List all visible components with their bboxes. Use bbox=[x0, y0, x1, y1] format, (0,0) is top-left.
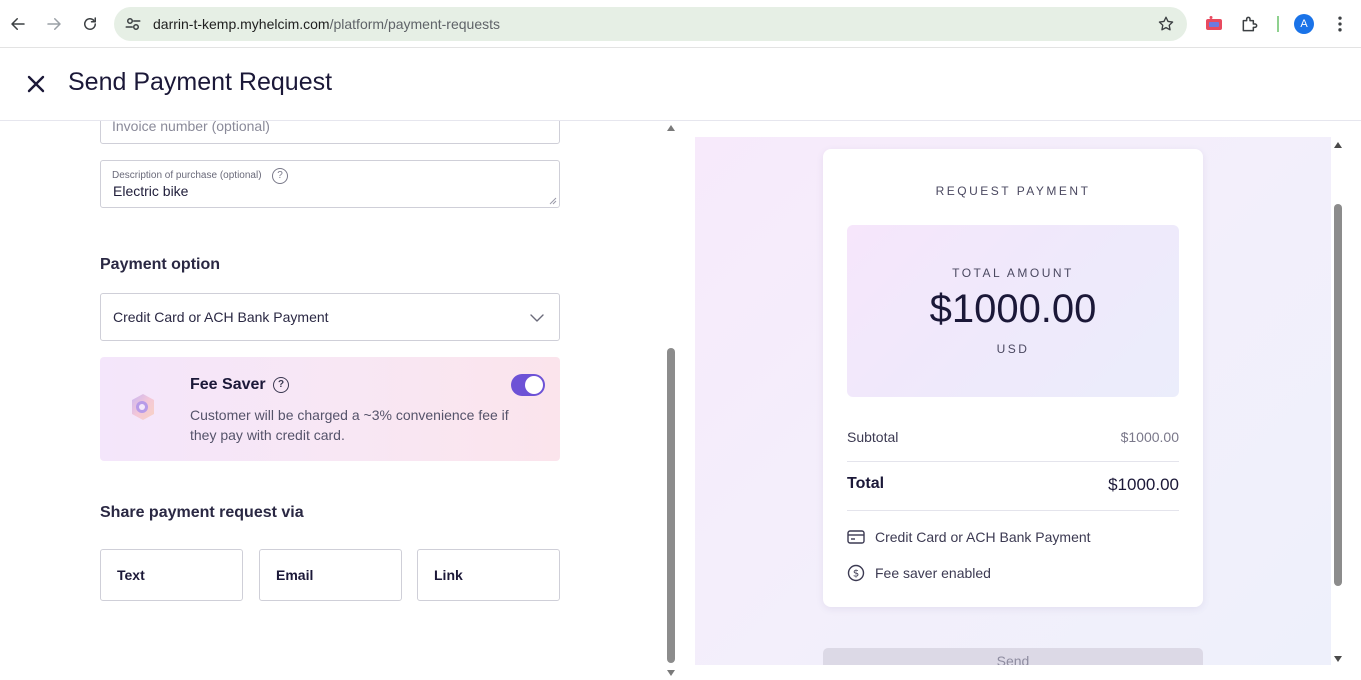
url-text: darrin-t-kemp.myhelcim.com/platform/paym… bbox=[153, 16, 500, 32]
total-value: $1000.00 bbox=[1108, 475, 1179, 494]
reload-button[interactable] bbox=[78, 12, 102, 36]
app-header: Send Payment Request bbox=[0, 48, 1361, 121]
send-button-label: Send bbox=[996, 653, 1030, 665]
chevron-down-icon bbox=[530, 314, 544, 322]
fee-saver-help-icon[interactable]: ? bbox=[273, 377, 289, 393]
share-email-label: Email bbox=[276, 567, 314, 583]
description-field[interactable]: Description of purchase (optional) ? Ele… bbox=[100, 160, 560, 208]
address-bar[interactable]: darrin-t-kemp.myhelcim.com/platform/paym… bbox=[114, 7, 1187, 41]
extensions-menu-button[interactable] bbox=[1238, 12, 1262, 36]
credit-card-icon bbox=[847, 530, 865, 544]
divider bbox=[847, 461, 1179, 462]
description-help-icon[interactable]: ? bbox=[272, 168, 288, 184]
toolbar-divider bbox=[1277, 16, 1279, 32]
extension-button[interactable] bbox=[1202, 12, 1226, 36]
receipt-card: REQUEST PAYMENT TOTAL AMOUNT $1000.00 US… bbox=[823, 149, 1203, 607]
description-value: Electric bike bbox=[113, 183, 189, 199]
bookmark-star-icon[interactable] bbox=[1157, 15, 1175, 33]
browser-menu-button[interactable] bbox=[1328, 12, 1352, 36]
divider bbox=[847, 510, 1179, 511]
url-host: darrin-t-kemp.myhelcim.com bbox=[153, 16, 330, 32]
back-button[interactable] bbox=[6, 12, 30, 36]
page-title: Send Payment Request bbox=[68, 68, 333, 96]
svg-text:$: $ bbox=[853, 569, 859, 580]
share-title: Share payment request via bbox=[100, 504, 304, 521]
total-label: Total bbox=[847, 475, 885, 492]
browser-toolbar: darrin-t-kemp.myhelcim.com/platform/paym… bbox=[0, 0, 1361, 48]
share-text-label: Text bbox=[117, 567, 145, 583]
profile-avatar[interactable]: A bbox=[1294, 14, 1314, 34]
share-text-button[interactable]: Text bbox=[100, 549, 243, 601]
fee-saver-description: Customer will be charged a ~3% convenien… bbox=[190, 407, 509, 443]
scroll-up-arrow-icon[interactable] bbox=[667, 125, 675, 131]
total-amount-label: TOTAL AMOUNT bbox=[952, 266, 1074, 280]
payment-option-value: Credit Card or ACH Bank Payment bbox=[113, 309, 329, 325]
payment-method-text: Credit Card or ACH Bank Payment bbox=[875, 529, 1091, 545]
scroll-down-arrow-icon[interactable] bbox=[1334, 656, 1342, 662]
currency-label: USD bbox=[996, 342, 1030, 356]
scroll-down-arrow-icon[interactable] bbox=[667, 670, 675, 676]
scrollbar-thumb[interactable] bbox=[1334, 204, 1342, 586]
url-path: /platform/payment-requests bbox=[329, 16, 500, 32]
invoice-number-placeholder: Invoice number (optional) bbox=[112, 121, 270, 134]
scroll-up-arrow-icon[interactable] bbox=[1334, 142, 1342, 148]
preview-scrollbar[interactable] bbox=[1332, 137, 1346, 665]
send-button[interactable]: Send bbox=[823, 648, 1203, 665]
request-payment-title: REQUEST PAYMENT bbox=[935, 184, 1091, 198]
payment-option-title: Payment option bbox=[100, 256, 221, 273]
close-icon bbox=[27, 75, 45, 93]
extension-app-icon bbox=[1206, 16, 1222, 30]
fee-saver-title: Fee Saver bbox=[190, 376, 266, 393]
resize-handle-icon[interactable] bbox=[549, 197, 557, 205]
toggle-knob bbox=[525, 376, 543, 394]
more-vert-icon bbox=[1338, 16, 1342, 32]
scrollbar-thumb[interactable] bbox=[667, 348, 675, 663]
subtotal-value: $1000.00 bbox=[1120, 429, 1179, 445]
fee-saver-gem-icon bbox=[132, 394, 154, 420]
payment-option-select[interactable]: Credit Card or ACH Bank Payment bbox=[100, 293, 560, 341]
site-settings-icon[interactable] bbox=[124, 15, 142, 33]
reload-icon bbox=[84, 17, 96, 30]
payment-request-form: Invoice number (optional) Description of… bbox=[0, 121, 665, 680]
fee-saver-toggle[interactable] bbox=[511, 374, 545, 396]
share-email-button[interactable]: Email bbox=[259, 549, 402, 601]
puzzle-icon bbox=[1242, 16, 1258, 32]
arrow-left-icon bbox=[11, 18, 25, 30]
payment-preview: REQUEST PAYMENT TOTAL AMOUNT $1000.00 US… bbox=[695, 137, 1331, 665]
arrow-right-icon bbox=[47, 18, 61, 30]
close-button[interactable] bbox=[24, 72, 48, 96]
dollar-circle-icon: $ bbox=[847, 564, 865, 582]
fee-saver-status-text: Fee saver enabled bbox=[875, 565, 991, 581]
form-scrollbar[interactable] bbox=[665, 121, 679, 680]
forward-button[interactable] bbox=[42, 12, 66, 36]
share-link-label: Link bbox=[434, 567, 463, 583]
total-amount-box: TOTAL AMOUNT $1000.00 USD bbox=[847, 225, 1179, 397]
description-label: Description of purchase (optional) bbox=[112, 170, 262, 181]
invoice-number-field[interactable]: Invoice number (optional) bbox=[100, 121, 560, 144]
subtotal-label: Subtotal bbox=[847, 429, 899, 445]
share-link-button[interactable]: Link bbox=[417, 549, 560, 601]
total-amount-value: $1000.00 bbox=[929, 287, 1097, 331]
fee-saver-card: Fee Saver ? Customer will be charged a ~… bbox=[100, 357, 560, 461]
